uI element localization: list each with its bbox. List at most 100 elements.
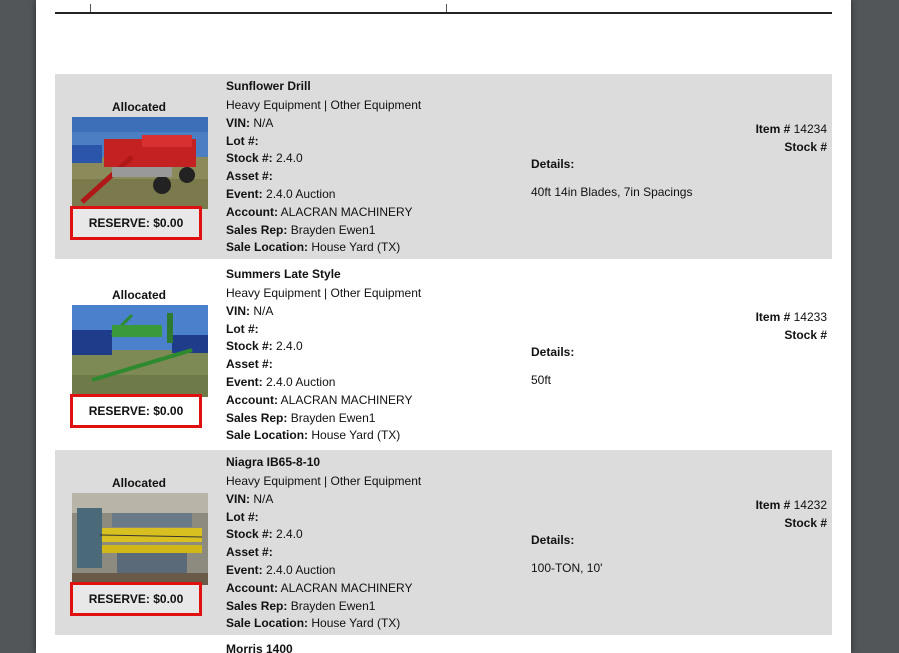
field-value: 2.4.0 <box>276 527 303 542</box>
item-photo[interactable] <box>72 117 208 209</box>
item-number-label: Item # <box>755 310 791 324</box>
field-value: 2.4.0 Auction <box>266 562 336 577</box>
reserve-badge: RESERVE: $0.00 <box>70 206 202 240</box>
field-value: ALACRAN MACHINERY <box>280 204 413 219</box>
asset-field: Asset #: <box>226 356 421 374</box>
field-label: VIN: <box>226 115 250 130</box>
item-number: 14232 <box>793 498 827 512</box>
details-value: 100-TON, 10' <box>531 561 603 575</box>
stock-number-label: Stock # <box>784 328 827 342</box>
field-value: House Yard (TX) <box>311 428 401 443</box>
details-label: Details: <box>531 533 575 547</box>
field-value: 2.4.0 Auction <box>266 186 336 201</box>
field-label: Asset #: <box>226 169 273 184</box>
stock-number-label: Stock # <box>784 140 827 154</box>
event-field: Event: 2.4.0 Auction <box>226 562 421 580</box>
event-field: Event: 2.4.0 Auction <box>226 374 421 392</box>
category: Heavy Equipment | Other Equipment <box>226 98 422 112</box>
field-value: House Yard (TX) <box>311 240 401 255</box>
field-label: Event: <box>226 186 263 201</box>
item-number-label: Item # <box>755 122 791 136</box>
sale-location-field: Sale Location: House Yard (TX) <box>226 615 421 633</box>
details-label: Details: <box>531 345 575 359</box>
rule-tick <box>90 4 91 12</box>
field-value: Brayden Ewen1 <box>290 222 376 237</box>
field-label: Lot #: <box>226 509 259 524</box>
account-field: Account: ALACRAN MACHINERY <box>226 204 421 222</box>
field-value: Brayden Ewen1 <box>290 598 376 613</box>
field-value: 2.4.0 <box>276 151 303 166</box>
field-label: Sales Rep: <box>226 222 288 237</box>
stock-number-label: Stock # <box>784 516 827 530</box>
vin-field: VIN: N/A <box>226 303 421 321</box>
listing-row: Allocated RESERVE: $0.00 Niagra IB65-8-1… <box>55 450 832 635</box>
field-value: N/A <box>253 491 274 506</box>
item-fields: Heavy Equipment | Other Equipment VIN: N… <box>226 473 421 633</box>
item-number-block: Item # 14233 Stock # <box>756 308 827 344</box>
sales-rep-field: Sales Rep: Brayden Ewen1 <box>226 410 421 428</box>
field-label: Event: <box>226 562 263 577</box>
field-value: ALACRAN MACHINERY <box>280 580 413 595</box>
field-label: Sale Location: <box>226 616 309 631</box>
item-number: 14233 <box>793 310 827 324</box>
next-item-title[interactable]: Morris 1400 <box>226 642 293 653</box>
field-value: N/A <box>253 303 274 318</box>
event-field: Event: 2.4.0 Auction <box>226 186 421 204</box>
asset-field: Asset #: <box>226 544 421 562</box>
sales-rep-field: Sales Rep: Brayden Ewen1 <box>226 222 421 240</box>
asset-field: Asset #: <box>226 168 421 186</box>
stock-field: Stock #: 2.4.0 <box>226 526 421 544</box>
field-value: House Yard (TX) <box>311 616 401 631</box>
field-label: Account: <box>226 580 278 595</box>
reserve-badge: RESERVE: $0.00 <box>70 582 202 616</box>
details-value: 40ft 14in Blades, 7in Spacings <box>531 185 693 199</box>
item-fields: Heavy Equipment | Other Equipment VIN: N… <box>226 97 421 257</box>
stock-field: Stock #: 2.4.0 <box>226 338 421 356</box>
vin-field: VIN: N/A <box>226 491 421 509</box>
field-label: Event: <box>226 374 263 389</box>
details-value: 50ft <box>531 373 552 387</box>
vin-field: VIN: N/A <box>226 115 421 133</box>
item-number: 14234 <box>793 122 827 136</box>
field-label: Asset #: <box>226 545 273 560</box>
listing-row: Allocated RESERVE: $0.00 Summers Late St… <box>55 262 832 447</box>
listing-row: Allocated RESERVE: $0.00 Sunflower Drill… <box>55 74 832 259</box>
field-label: Account: <box>226 392 278 407</box>
details-label: Details: <box>531 157 575 171</box>
item-photo[interactable] <box>72 493 208 585</box>
field-label: Account: <box>226 204 278 219</box>
field-label: Lot #: <box>226 321 259 336</box>
field-label: Sales Rep: <box>226 410 288 425</box>
item-title[interactable]: Summers Late Style <box>226 267 341 281</box>
status-label: Allocated <box>111 476 166 490</box>
lot-field: Lot #: <box>226 509 421 527</box>
field-label: Sale Location: <box>226 240 309 255</box>
field-label: VIN: <box>226 303 250 318</box>
item-number-block: Item # 14232 Stock # <box>756 496 827 532</box>
lot-field: Lot #: <box>226 321 421 339</box>
field-label: Stock #: <box>226 527 273 542</box>
field-label: Stock #: <box>226 339 273 354</box>
item-title[interactable]: Niagra IB65-8-10 <box>226 455 320 469</box>
field-label: Stock #: <box>226 151 273 166</box>
field-value: Brayden Ewen1 <box>290 410 376 425</box>
reserve-badge: RESERVE: $0.00 <box>70 394 202 428</box>
account-field: Account: ALACRAN MACHINERY <box>226 580 421 598</box>
field-label: Sales Rep: <box>226 598 288 613</box>
field-value: N/A <box>253 115 274 130</box>
field-label: Asset #: <box>226 357 273 372</box>
field-label: Sale Location: <box>226 428 309 443</box>
rule-tick <box>446 4 447 12</box>
item-photo[interactable] <box>72 305 208 397</box>
sale-location-field: Sale Location: House Yard (TX) <box>226 239 421 257</box>
field-value: ALACRAN MACHINERY <box>280 392 413 407</box>
status-label: Allocated <box>111 100 166 114</box>
item-fields: Heavy Equipment | Other Equipment VIN: N… <box>226 285 421 445</box>
sale-location-field: Sale Location: House Yard (TX) <box>226 427 421 445</box>
item-title[interactable]: Sunflower Drill <box>226 79 311 93</box>
document-page: Allocated RESERVE: $0.00 Sunflower Drill… <box>36 0 851 653</box>
field-value: 2.4.0 Auction <box>266 374 336 389</box>
category: Heavy Equipment | Other Equipment <box>226 474 422 488</box>
item-number-block: Item # 14234 Stock # <box>756 120 827 156</box>
account-field: Account: ALACRAN MACHINERY <box>226 392 421 410</box>
